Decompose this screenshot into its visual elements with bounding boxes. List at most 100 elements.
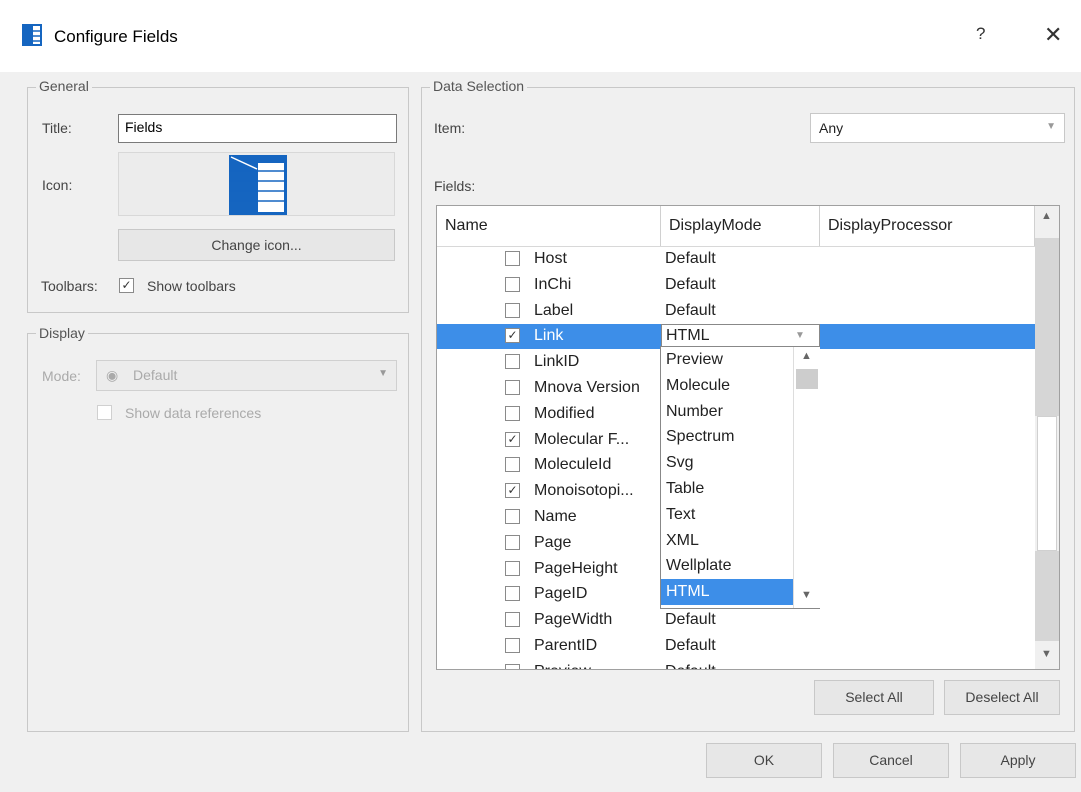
scroll-down-icon[interactable]: ▼ [801, 589, 812, 601]
icon-label: Icon: [42, 177, 73, 193]
row-checkbox[interactable]: ✓ [505, 328, 520, 344]
row-checkbox[interactable] [505, 612, 520, 628]
dropdown-option[interactable]: Text [661, 502, 793, 528]
chevron-down-icon[interactable]: ▼ [795, 330, 805, 341]
row-display-mode: Default [665, 611, 716, 629]
row-checkbox[interactable] [505, 638, 520, 653]
row-name: LinkID [534, 353, 580, 371]
row-name: Monoisotopi... [534, 482, 634, 500]
row-checkbox[interactable]: ✓ [505, 483, 520, 499]
chevron-down-icon: ▼ [378, 368, 388, 379]
row-checkbox[interactable] [505, 405, 520, 421]
fields-table-icon [229, 155, 287, 215]
configure-fields-app-icon [22, 24, 42, 46]
row-name: InChi [534, 275, 572, 293]
display-mode-dropdown[interactable]: Preview Molecule Number Spectrum Svg Table Tex… [660, 346, 820, 609]
column-header-displaymode[interactable]: DisplayMode [661, 206, 820, 246]
cancel-button[interactable]: Cancel [833, 743, 949, 778]
row-name: Page [534, 533, 572, 551]
table-row[interactable]: Label Default [437, 299, 1035, 324]
row-checkbox[interactable] [505, 354, 520, 370]
chevron-down-icon: ▼ [1046, 121, 1056, 132]
scroll-down-icon[interactable]: ▼ [1041, 648, 1052, 660]
row-name: Link [534, 327, 564, 345]
show-toolbars-checkbox[interactable]: ✓ [119, 278, 134, 293]
row-checkbox[interactable] [505, 586, 520, 602]
row-name: PageID [534, 585, 588, 603]
table-row[interactable]: Host Default [437, 247, 1035, 272]
eye-icon: ◉ [106, 367, 119, 383]
table-scrollbar-track-upper [1035, 238, 1059, 416]
change-icon-button[interactable]: Change icon... [118, 229, 395, 261]
show-data-references-checkbox[interactable] [97, 405, 112, 420]
column-header-displayprocessor[interactable]: DisplayProcessor [820, 206, 1035, 246]
dropdown-scrollbar-thumb[interactable] [796, 369, 818, 389]
close-icon[interactable]: ✕ [1044, 22, 1062, 48]
dropdown-option[interactable]: Molecule [661, 373, 793, 399]
row-name: Mnova Version [534, 379, 640, 396]
help-button[interactable]: ? [976, 24, 985, 44]
apply-button[interactable]: Apply [960, 743, 1076, 778]
row-display-mode: Default [665, 275, 716, 293]
data-selection-group-label: Data Selection [430, 78, 528, 94]
icon-preview [118, 152, 395, 216]
row-checkbox[interactable] [505, 534, 520, 550]
select-all-button[interactable]: Select All [814, 680, 934, 715]
display-group [27, 333, 409, 732]
mode-value: Default [133, 367, 178, 383]
item-select[interactable]: Any ▼ [810, 113, 1065, 143]
show-toolbars-label: Show toolbars [147, 278, 236, 294]
table-row[interactable]: ParentID Default [437, 634, 1035, 659]
deselect-all-button[interactable]: Deselect All [944, 680, 1060, 715]
show-data-references-label: Show data references [125, 405, 262, 421]
general-group-label: General [36, 78, 92, 94]
row-display-mode: Default [665, 301, 716, 319]
table-row[interactable]: Preview Default [437, 660, 1035, 669]
fields-label: Fields: [434, 178, 476, 194]
row-name: MoleculeId [534, 456, 612, 474]
table-scrollbar-thumb[interactable] [1037, 416, 1057, 551]
row-name: ParentID [534, 637, 598, 654]
row-checkbox[interactable] [505, 276, 520, 292]
row-checkbox[interactable]: ✓ [505, 431, 520, 447]
row-name: Molecular F... [534, 430, 630, 448]
dropdown-option[interactable]: HTML [661, 579, 793, 605]
row-checkbox[interactable] [505, 509, 520, 524]
row-checkbox[interactable] [505, 302, 520, 318]
row-name: Label [534, 301, 574, 319]
column-header-name[interactable]: Name [437, 206, 661, 246]
row-name: Host [534, 250, 567, 267]
fields-table: Name DisplayMode DisplayProcessor Host De… [436, 205, 1060, 670]
dropdown-option[interactable]: Number [661, 399, 793, 425]
mode-select[interactable]: ◉ Default ▼ [96, 360, 397, 391]
row-checkbox[interactable] [505, 380, 520, 395]
window-title: Configure Fields [54, 27, 178, 46]
table-scrollbar[interactable]: ▲ ▼ [1035, 206, 1059, 669]
row-checkbox[interactable] [505, 663, 520, 669]
dropdown-option[interactable]: Spectrum [661, 424, 793, 450]
row-display-mode: Default [665, 250, 716, 267]
dropdown-option[interactable]: XML [661, 528, 793, 554]
item-label: Item: [434, 120, 466, 136]
dropdown-scrollbar[interactable]: ▲ ▼ [793, 347, 820, 608]
scroll-up-icon[interactable]: ▲ [1041, 210, 1052, 222]
mode-label: Mode: [42, 368, 81, 384]
title-label: Title: [42, 120, 72, 136]
row-name: Modified [534, 404, 595, 422]
scroll-up-icon[interactable]: ▲ [801, 350, 812, 362]
ok-button[interactable]: OK [706, 743, 822, 778]
dropdown-option[interactable]: Table [661, 476, 793, 502]
title-input[interactable]: Fields [118, 114, 397, 143]
dropdown-option[interactable]: Preview [661, 347, 793, 373]
row-checkbox[interactable] [505, 560, 520, 576]
dropdown-option[interactable]: Svg [661, 450, 793, 476]
dropdown-option[interactable]: Wellplate [661, 553, 793, 579]
row-display-mode: Default [665, 663, 716, 669]
table-scrollbar-track-lower [1035, 551, 1059, 641]
table-row[interactable]: InChi Default [437, 273, 1035, 298]
table-row[interactable]: PageWidth Default [437, 608, 1035, 633]
row-name: Name [534, 508, 577, 525]
row-checkbox[interactable] [505, 457, 520, 473]
row-checkbox[interactable] [505, 251, 520, 266]
row-display-mode: Default [665, 637, 716, 654]
